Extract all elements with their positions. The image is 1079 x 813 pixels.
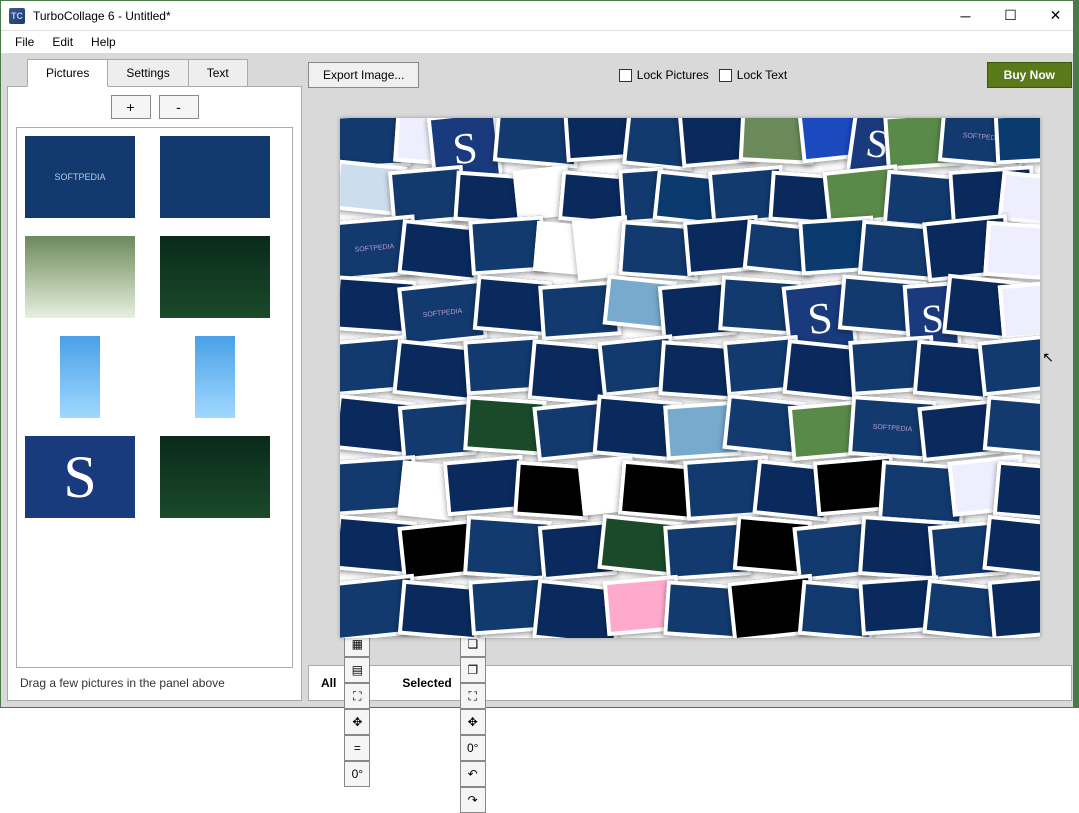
lock-pictures-label: Lock Pictures — [637, 68, 709, 82]
tab-settings[interactable]: Settings — [107, 59, 188, 87]
thumbnail[interactable] — [25, 236, 135, 318]
collage-tile[interactable] — [982, 515, 1040, 576]
collage-tile[interactable] — [998, 281, 1040, 341]
hint-text: Drag a few pictures in the panel above — [16, 668, 293, 692]
thumbnail-list[interactable]: SOFTPEDIA S — [16, 127, 293, 668]
collage-tile[interactable] — [977, 334, 1040, 396]
tab-text[interactable]: Text — [188, 59, 248, 87]
toolbar-bottom: All ⟲✶▦▤⛶✥=0° Selected ✕▭◫❏❐⛶✥0°↶↷ — [308, 665, 1072, 701]
lock-text-checkbox[interactable]: Lock Text — [719, 68, 787, 82]
menu-help[interactable]: Help — [83, 33, 124, 51]
angle-reset-icon[interactable]: 0° — [344, 761, 370, 787]
add-remove-buttons: + - — [16, 95, 293, 119]
thumbnail[interactable]: SOFTPEDIA — [25, 136, 135, 218]
canvas-area: SSSOFTPEDIASOFTPEDIASOFTPEDIASSSOFTPEDIA — [308, 97, 1072, 659]
lock-text-label: Lock Text — [737, 68, 787, 82]
center-sel-icon[interactable]: ✥ — [460, 709, 486, 735]
thumbnail[interactable] — [160, 436, 270, 518]
rotate-ccw-icon[interactable]: ↶ — [460, 761, 486, 787]
collage-canvas[interactable]: SSSOFTPEDIASOFTPEDIASOFTPEDIASSSOFTPEDIA — [340, 118, 1040, 638]
menubar: File Edit Help — [1, 31, 1078, 53]
export-button[interactable]: Export Image... — [308, 62, 419, 88]
tab-pictures[interactable]: Pictures — [27, 59, 108, 87]
window-border — [1073, 1, 1078, 707]
app-icon: TC — [9, 8, 25, 24]
minimize-button[interactable]: ─ — [943, 1, 988, 30]
thumbnail[interactable]: S — [25, 436, 135, 518]
body-area: Pictures Settings Text + - SOFTPEDIA S Dr… — [1, 53, 1078, 707]
collage-tile[interactable] — [983, 221, 1040, 280]
thumbnail[interactable] — [160, 236, 270, 318]
grid-alt-icon[interactable]: ▤ — [344, 657, 370, 683]
menu-edit[interactable]: Edit — [44, 33, 81, 51]
toolbar-selected-label: Selected — [402, 676, 451, 690]
window-title: TurboCollage 6 - Untitled* — [33, 9, 943, 23]
right-panel: Export Image... Lock Pictures Lock Text … — [308, 59, 1072, 701]
fit-sel-icon[interactable]: ⛶ — [460, 683, 486, 709]
app-window: TC TurboCollage 6 - Untitled* ─ ☐ ✕ File… — [0, 0, 1079, 708]
close-button[interactable]: ✕ — [1033, 1, 1078, 30]
lock-pictures-checkbox[interactable]: Lock Pictures — [619, 68, 709, 82]
titlebar[interactable]: TC TurboCollage 6 - Untitled* ─ ☐ ✕ — [1, 1, 1078, 31]
center-icon[interactable]: ✥ — [344, 709, 370, 735]
add-picture-button[interactable]: + — [111, 95, 151, 119]
collage-tile[interactable] — [988, 575, 1040, 638]
menu-file[interactable]: File — [7, 33, 42, 51]
equal-icon[interactable]: = — [344, 735, 370, 761]
fit-icon[interactable]: ⛶ — [344, 683, 370, 709]
checkbox-icon — [619, 69, 632, 82]
buy-now-button[interactable]: Buy Now — [987, 62, 1072, 88]
checkbox-icon — [719, 69, 732, 82]
thumbnail[interactable] — [160, 136, 270, 218]
maximize-button[interactable]: ☐ — [988, 1, 1033, 30]
left-panel: Pictures Settings Text + - SOFTPEDIA S Dr… — [7, 59, 302, 701]
send-back-icon[interactable]: ❐ — [460, 657, 486, 683]
angle-0-icon[interactable]: 0° — [460, 735, 486, 761]
toolbar-all-label: All — [321, 676, 336, 690]
collage-tile[interactable] — [993, 460, 1040, 520]
thumbnail[interactable] — [195, 336, 235, 418]
rotate-cw-icon[interactable]: ↷ — [460, 787, 486, 813]
thumbnail[interactable] — [60, 336, 100, 418]
tab-body-pictures: + - SOFTPEDIA S Drag a few pictures in th… — [7, 86, 302, 701]
tabs: Pictures Settings Text — [27, 59, 302, 87]
window-controls: ─ ☐ ✕ — [943, 1, 1078, 30]
toolbar-top: Export Image... Lock Pictures Lock Text … — [308, 59, 1072, 91]
collage-tile[interactable] — [983, 395, 1040, 455]
collage-tile[interactable] — [994, 118, 1040, 165]
remove-picture-button[interactable]: - — [159, 95, 199, 119]
